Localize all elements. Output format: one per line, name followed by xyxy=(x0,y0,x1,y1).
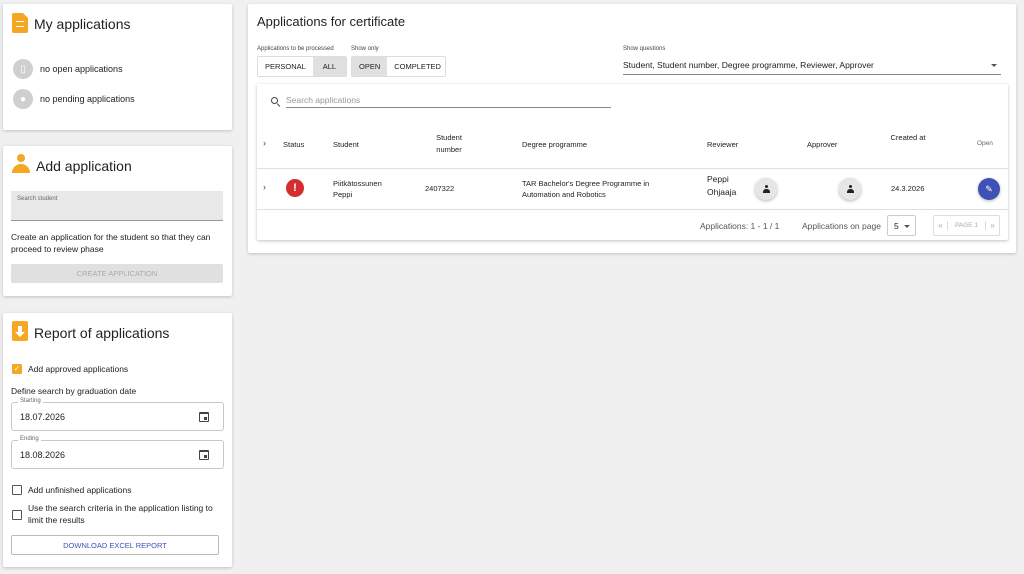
column-student: Student xyxy=(333,140,359,149)
page-indicator: PAGE 1 xyxy=(954,222,978,229)
document-icon xyxy=(12,13,28,33)
search-applications-input[interactable]: Search applications xyxy=(286,92,611,108)
comment-icon: ● xyxy=(13,89,33,109)
row-divider xyxy=(257,209,1008,210)
applications-table: Search applications › Status Student Stu… xyxy=(257,84,1008,240)
ending-date-field[interactable]: Ending 18.08.2026 xyxy=(11,436,224,469)
define-search-text: Define search by graduation date xyxy=(11,386,137,396)
calendar-icon[interactable] xyxy=(199,412,209,422)
no-pending-applications-text: no pending applications xyxy=(40,94,135,104)
starting-label: Starting xyxy=(18,398,43,404)
column-open: Open xyxy=(977,140,993,147)
all-button[interactable]: ALL xyxy=(312,57,346,76)
pagination-control: « PAGE 1 » xyxy=(933,215,1000,236)
starting-value: 18.07.2026 xyxy=(20,412,66,422)
expand-all-chevron-icon[interactable]: › xyxy=(263,138,266,148)
table-row[interactable]: › ! Piitkätossunen Peppi 2407322 TAR Bac… xyxy=(257,169,1008,209)
open-button[interactable]: OPEN xyxy=(352,57,388,76)
processing-toggle: PERSONAL ALL xyxy=(257,56,347,77)
status-error-icon: ! xyxy=(286,179,304,197)
show-questions-label: Show questions xyxy=(623,46,666,52)
column-created-at: Created at xyxy=(890,133,926,142)
to-be-processed-label: Applications to be processed xyxy=(257,46,334,52)
use-criteria-label: Use the search criteria in the applicati… xyxy=(28,503,213,525)
add-approved-checkbox[interactable]: ✓ xyxy=(12,364,22,374)
row-created-at: 24.3.2026 xyxy=(891,184,925,193)
ending-value: 18.08.2026 xyxy=(20,450,66,460)
report-card: Report of applications ✓ Add approved ap… xyxy=(3,313,232,567)
add-unfinished-label: Add unfinished applications xyxy=(28,485,132,495)
person-icon xyxy=(762,185,770,193)
calendar-icon[interactable] xyxy=(199,450,209,460)
reviewer-avatar-button[interactable] xyxy=(755,178,777,200)
search-icon xyxy=(271,97,281,107)
add-application-description: Create an application for the student so… xyxy=(11,232,211,254)
add-application-title: Add application xyxy=(36,158,132,174)
download-excel-report-button[interactable]: DOWNLOAD EXCEL REPORT xyxy=(11,535,219,555)
search-student-input[interactable]: Search student xyxy=(11,191,223,221)
page-title: Applications for certificate xyxy=(257,14,406,29)
column-status: Status xyxy=(283,140,305,149)
no-open-applications-text: no open applications xyxy=(40,64,123,74)
ending-label: Ending xyxy=(18,436,41,442)
report-title: Report of applications xyxy=(34,325,170,341)
search-applications-placeholder: Search applications xyxy=(286,95,361,105)
create-application-button[interactable]: CREATE APPLICATION xyxy=(11,264,223,283)
per-page-select[interactable]: 5 xyxy=(887,215,916,236)
row-student: Piitkätossunen Peppi xyxy=(333,179,382,199)
show-questions-value: Student, Student number, Degree programm… xyxy=(623,60,874,70)
file-icon: ▯ xyxy=(13,59,33,79)
expand-row-chevron-icon[interactable]: › xyxy=(263,182,266,192)
show-only-label: Show only xyxy=(351,46,379,52)
row-degree-programme: TAR Bachelor's Degree Programme in Autom… xyxy=(522,179,650,199)
dropdown-arrow-icon xyxy=(904,225,910,228)
applications-panel: Applications for certificate Application… xyxy=(248,4,1016,253)
row-student-number: 2407322 xyxy=(425,184,455,193)
per-page-label: Applications on page xyxy=(802,221,881,231)
person-icon xyxy=(846,185,854,193)
first-page-icon[interactable]: « xyxy=(934,221,948,230)
open-edit-button[interactable]: ✎ xyxy=(978,178,1000,200)
create-application-label: CREATE APPLICATION xyxy=(76,269,158,278)
use-criteria-checkbox[interactable] xyxy=(12,510,22,520)
add-approved-label: Add approved applications xyxy=(28,364,129,374)
pagination-range: Applications: 1 - 1 / 1 xyxy=(700,221,780,231)
per-page-value: 5 xyxy=(894,220,899,231)
my-applications-card: My applications ▯ no open applications ●… xyxy=(3,4,232,130)
dropdown-arrow-icon xyxy=(991,64,997,67)
my-applications-title: My applications xyxy=(34,16,131,32)
column-degree-programme: Degree programme xyxy=(522,140,588,149)
personal-button[interactable]: PERSONAL xyxy=(258,57,313,76)
pencil-icon: ✎ xyxy=(985,183,993,194)
last-page-icon[interactable]: » xyxy=(985,221,999,230)
download-doc-icon xyxy=(12,321,28,341)
search-student-label: Search student xyxy=(17,196,58,202)
show-questions-select[interactable]: Student, Student number, Degree programm… xyxy=(623,57,1001,75)
column-reviewer: Reviewer xyxy=(707,140,739,149)
column-approver: Approver xyxy=(807,140,838,149)
download-excel-report-label: DOWNLOAD EXCEL REPORT xyxy=(63,540,167,550)
person-add-icon xyxy=(12,154,30,174)
column-student-number: Student number xyxy=(436,133,462,154)
approver-avatar-button[interactable] xyxy=(839,178,861,200)
row-reviewer: Peppi Ohjaaja xyxy=(707,174,737,197)
starting-date-field[interactable]: Starting 18.07.2026 xyxy=(11,398,224,431)
add-unfinished-checkbox[interactable] xyxy=(12,485,22,495)
add-application-card: Add application Search student Create an… xyxy=(3,146,232,296)
show-only-toggle: OPEN COMPLETED xyxy=(351,56,446,77)
completed-button[interactable]: COMPLETED xyxy=(387,57,445,76)
